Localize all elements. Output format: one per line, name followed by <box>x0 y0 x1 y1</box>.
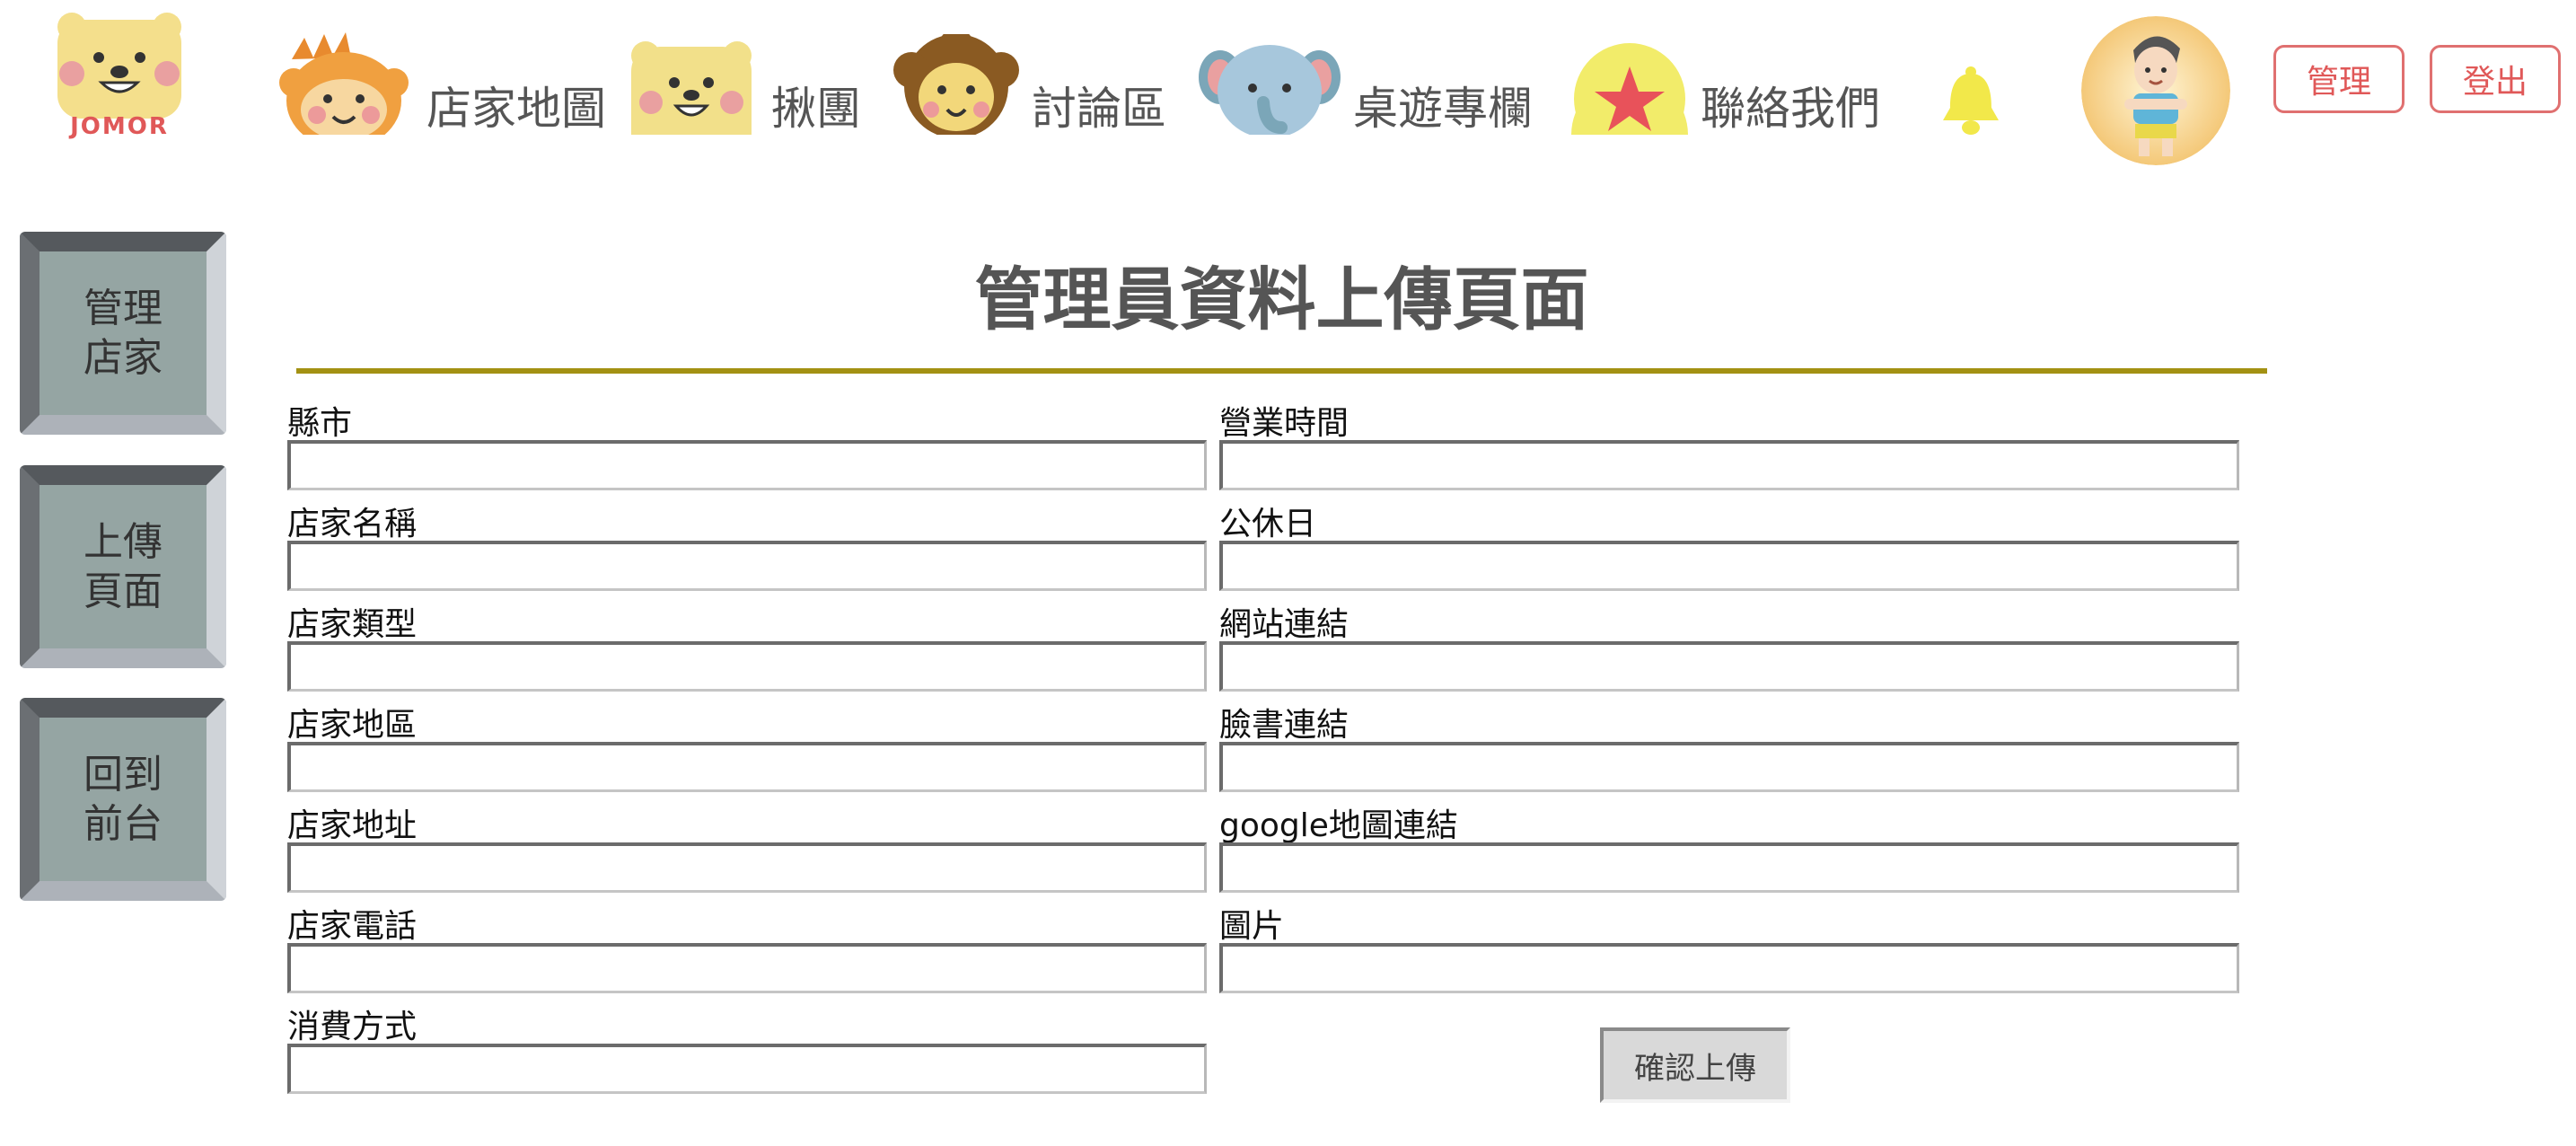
admin-button[interactable]: 管理 <box>2273 45 2405 113</box>
jomor-logo[interactable]: JOMOR <box>52 7 187 142</box>
title-divider <box>296 368 2267 374</box>
nav-label: 聯絡我們 <box>1701 83 1880 135</box>
closed-day-input[interactable] <box>1219 541 2239 591</box>
store-address-input[interactable] <box>287 842 1207 893</box>
opening-hours-input[interactable] <box>1219 440 2239 490</box>
field-label-store-name: 店家名稱 <box>287 506 418 542</box>
field-label-facebook-link: 臉書連結 <box>1219 707 1350 744</box>
field-label-opening-hours: 營業時間 <box>1219 405 1350 442</box>
field-label-store-phone: 店家電話 <box>287 908 418 945</box>
store-phone-input[interactable] <box>287 943 1207 993</box>
confirm-upload-button[interactable]: 確認上傳 <box>1600 1027 1790 1103</box>
logout-button[interactable]: 登出 <box>2430 45 2561 113</box>
field-label-google-map-link: google地圖連結 <box>1219 807 1458 844</box>
facebook-link-input[interactable] <box>1219 742 2239 792</box>
sidebar-item-label: 管理 店家 <box>84 286 163 381</box>
star-icon <box>1571 36 1688 154</box>
sidebar-item-manage-stores[interactable]: 管理 店家 <box>20 232 226 435</box>
store-name-input[interactable] <box>287 541 1207 591</box>
logo-wordmark: JOMOR <box>70 113 169 140</box>
image-input[interactable] <box>1219 943 2239 993</box>
field-label-website-link: 網站連結 <box>1219 606 1350 643</box>
nav-label: 桌遊專欄 <box>1353 83 1533 135</box>
field-label-store-type: 店家類型 <box>287 606 418 643</box>
store-district-input[interactable] <box>287 742 1207 792</box>
lion-icon <box>893 29 1019 138</box>
nav-store-map[interactable]: 店家地圖 <box>274 22 606 149</box>
field-label-image: 圖片 <box>1219 908 1285 945</box>
sidebar-item-back-to-frontend[interactable]: 回到 前台 <box>20 698 226 901</box>
page-title: 管理員資料上傳頁面 <box>974 260 1589 339</box>
nav-group-up[interactable]: 揪團 <box>624 22 861 138</box>
bear-icon <box>624 36 759 138</box>
website-link-input[interactable] <box>1219 641 2239 692</box>
nav-forum[interactable]: 討論區 <box>893 22 1166 138</box>
payment-method-input[interactable] <box>287 1044 1207 1094</box>
nav-label: 揪團 <box>771 83 861 135</box>
field-label-payment-method: 消費方式 <box>287 1009 418 1045</box>
nav-contact-us[interactable]: 聯絡我們 <box>1571 22 1880 154</box>
elephant-icon <box>1199 38 1341 138</box>
sidebar-item-label: 回到 前台 <box>84 752 163 847</box>
user-avatar[interactable] <box>2081 16 2230 165</box>
nav-label: 店家地圖 <box>426 83 606 135</box>
monkey-icon <box>274 29 414 149</box>
sidebar-item-upload-page[interactable]: 上傳 頁面 <box>20 465 226 668</box>
nav-boardgame-column[interactable]: 桌遊專欄 <box>1199 22 1533 138</box>
field-label-county: 縣市 <box>287 405 353 442</box>
bell-icon[interactable] <box>1939 65 2002 137</box>
nav-label: 討論區 <box>1032 83 1166 135</box>
field-label-store-address: 店家地址 <box>287 807 418 844</box>
google-map-link-input[interactable] <box>1219 842 2239 893</box>
field-label-store-district: 店家地區 <box>287 707 418 744</box>
field-label-closed-day: 公休日 <box>1219 506 1317 542</box>
store-type-input[interactable] <box>287 641 1207 692</box>
county-input[interactable] <box>287 440 1207 490</box>
sidebar-item-label: 上傳 頁面 <box>84 519 163 614</box>
